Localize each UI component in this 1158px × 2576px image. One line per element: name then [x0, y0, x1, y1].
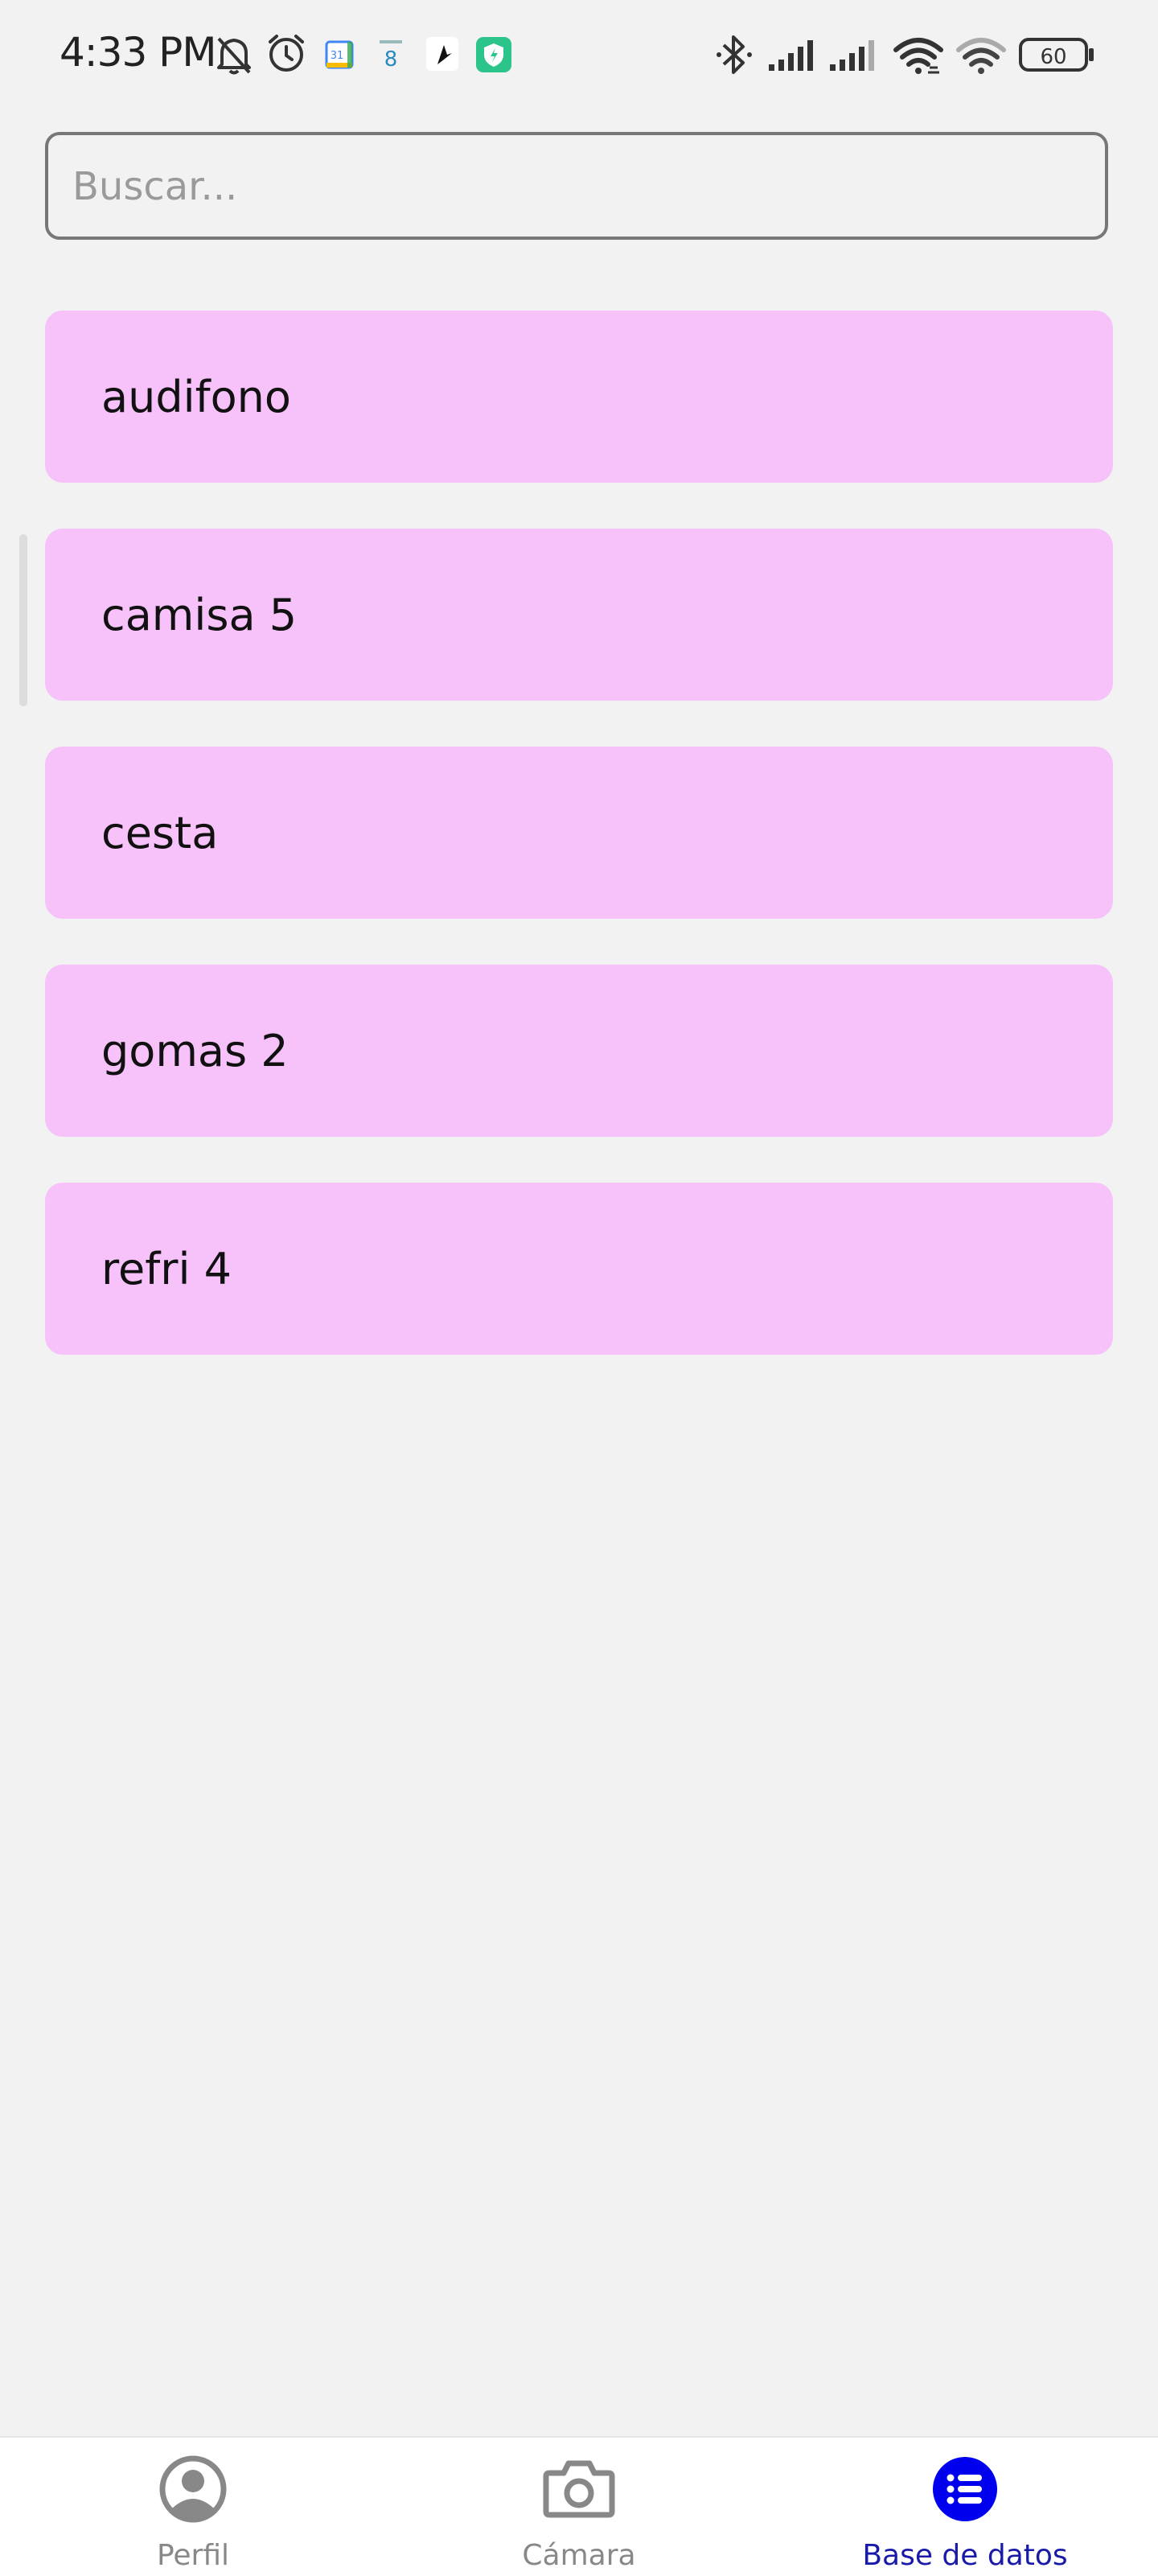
- bluetooth-icon: [717, 35, 752, 74]
- camera-icon: [543, 2460, 615, 2518]
- calendar-icon: 31: [325, 40, 354, 69]
- nav-perfil-label: Perfil: [156, 2539, 230, 2572]
- list-item[interactable]: camisa 5: [45, 529, 1113, 701]
- shield-app-icon: [476, 37, 511, 72]
- battery-level-text: 60: [1040, 45, 1066, 69]
- nav-perfil[interactable]: Perfil: [72, 2438, 314, 2576]
- nav-base-de-datos[interactable]: Base de datos: [844, 2438, 1086, 2576]
- calendar-date-icon: 8: [380, 40, 402, 71]
- signal-icon: [830, 40, 874, 71]
- list-item-label: gomas 2: [101, 1025, 289, 1076]
- list-item[interactable]: audifono: [45, 311, 1113, 483]
- wifi-icon: [956, 38, 1006, 74]
- list-item[interactable]: gomas 2: [45, 965, 1113, 1137]
- list-item[interactable]: refri 4: [45, 1183, 1113, 1355]
- search-box[interactable]: [45, 132, 1108, 240]
- mute-bell-icon: [217, 37, 251, 75]
- list-item-label: audifono: [101, 371, 291, 422]
- nav-base-de-datos-label: Base de datos: [862, 2539, 1068, 2572]
- list-item[interactable]: cesta: [45, 747, 1113, 919]
- bottom-navigation: Perfil Cámara Base de datos: [0, 2436, 1158, 2576]
- wifi-icon: [893, 38, 943, 74]
- list-item-label: refri 4: [101, 1243, 232, 1294]
- list-item-label: camisa 5: [101, 589, 298, 640]
- scroll-indicator[interactable]: [19, 534, 27, 706]
- app-icon: [426, 37, 458, 71]
- search-input[interactable]: [71, 135, 1079, 238]
- list-icon: [933, 2457, 997, 2521]
- calendar-day-text: 31: [331, 50, 344, 62]
- alarm-icon: [269, 35, 304, 72]
- signal-icon: [769, 40, 813, 71]
- list-item-label: cesta: [101, 807, 219, 858]
- status-bar: 4:33 PM 31 8 60: [0, 0, 1158, 113]
- status-time: 4:33 PM: [60, 29, 216, 76]
- item-list: audifono camisa 5 cesta gomas 2 refri 4: [45, 311, 1113, 1401]
- nav-camara[interactable]: Cámara: [458, 2438, 700, 2576]
- date-day-text: 8: [384, 47, 398, 71]
- nav-camara-label: Cámara: [522, 2539, 636, 2572]
- profile-icon: [159, 2455, 227, 2523]
- battery-icon: 60: [1019, 38, 1094, 72]
